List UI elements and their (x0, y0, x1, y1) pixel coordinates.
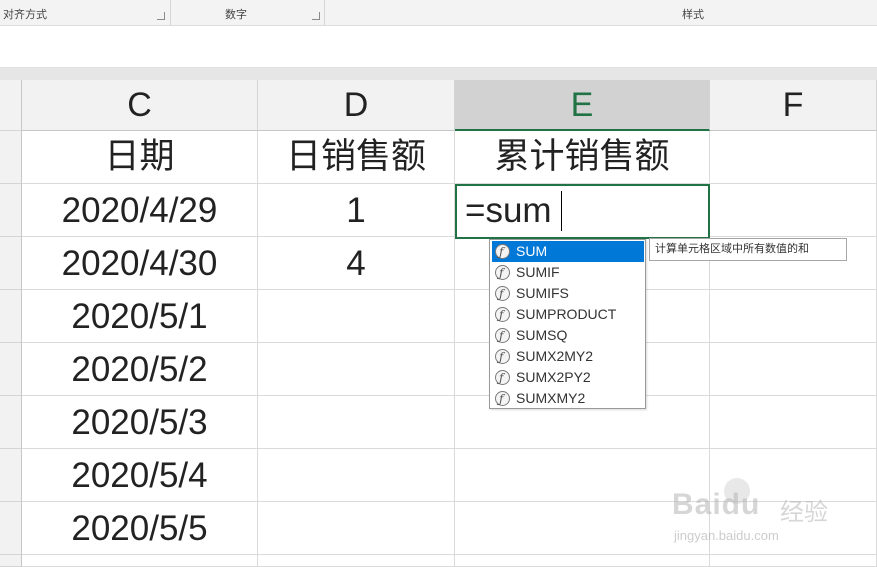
header-cell-daily-sales[interactable]: 日销售额 (258, 131, 455, 184)
function-icon (495, 368, 510, 389)
date-cell[interactable]: 2020/4/29 (22, 184, 258, 237)
date-cell[interactable]: 2020/5/2 (22, 343, 258, 396)
column-header-f[interactable]: F (710, 80, 877, 131)
date-cell[interactable]: 2020/5/4 (22, 449, 258, 502)
row-header[interactable] (0, 131, 22, 184)
sales-cell[interactable]: 1 (258, 184, 455, 237)
autocomplete-item-label: SUMX2PY2 (516, 369, 591, 385)
function-icon (495, 284, 510, 305)
column-header-d[interactable]: D (258, 80, 455, 131)
date-cell[interactable]: 2020/5/1 (22, 290, 258, 343)
autocomplete-item-label: SUMX2MY2 (516, 348, 594, 364)
sales-cell[interactable]: 4 (258, 237, 455, 290)
function-icon (495, 263, 510, 284)
autocomplete-item-label: SUMIF (516, 264, 560, 280)
autocomplete-item-sumproduct[interactable]: SUMPRODUCT (492, 304, 644, 326)
autocomplete-item-sumxmy2[interactable]: SUMXMY2 (492, 388, 644, 410)
autocomplete-item-sum[interactable]: SUM (492, 241, 644, 263)
autocomplete-item-label: SUMPRODUCT (516, 306, 617, 322)
cell-f[interactable] (710, 555, 877, 567)
toolbar-gap (0, 68, 877, 80)
function-icon (495, 326, 510, 347)
cell-f[interactable] (710, 131, 877, 184)
cumulative-cell[interactable] (455, 555, 710, 567)
alignment-dialog-launcher-icon[interactable] (157, 12, 165, 20)
row-header[interactable] (0, 555, 22, 567)
row-header[interactable] (0, 396, 22, 449)
cell-f[interactable] (710, 290, 877, 343)
ribbon-group-styles[interactable]: 样式 (682, 0, 704, 26)
active-cell-formula: =sum (465, 191, 552, 230)
column-header-e[interactable]: E (455, 80, 710, 131)
function-icon (495, 305, 510, 326)
function-autocomplete-list[interactable]: SUM SUMIF SUMIFS SUMPRODUCT SUMSQ SUMX2M… (489, 239, 646, 410)
date-cell[interactable]: 2020/5/3 (22, 396, 258, 449)
sales-cell[interactable] (258, 555, 455, 567)
autocomplete-item-sumx2py2[interactable]: SUMX2PY2 (492, 367, 644, 389)
cell-f[interactable] (710, 396, 877, 449)
sales-cell[interactable] (258, 396, 455, 449)
sales-cell[interactable] (258, 343, 455, 396)
formula-bar-area[interactable] (0, 26, 877, 68)
active-cell-editor[interactable]: =sum (455, 184, 710, 239)
function-icon (495, 347, 510, 368)
watermark-brand: Baidu (672, 488, 761, 521)
cell-f[interactable] (710, 343, 877, 396)
function-icon (495, 389, 510, 410)
sales-cell[interactable] (258, 449, 455, 502)
date-cell[interactable]: 2020/5/5 (22, 502, 258, 555)
baidu-jingyan-watermark: Baidu 经验 jingyan.baidu.com (660, 478, 830, 548)
row-header[interactable] (0, 290, 22, 343)
autocomplete-item-label: SUMSQ (516, 327, 568, 343)
row-header[interactable] (0, 184, 22, 237)
autocomplete-item-sumif[interactable]: SUMIF (492, 262, 644, 284)
row-header[interactable] (0, 449, 22, 502)
watermark-url: jingyan.baidu.com (674, 528, 779, 543)
autocomplete-item-label: SUMXMY2 (516, 390, 586, 406)
cell-f[interactable] (710, 184, 877, 237)
date-cell[interactable] (22, 555, 258, 567)
sales-cell[interactable] (258, 502, 455, 555)
autocomplete-item-label: SUMIFS (516, 285, 569, 301)
autocomplete-item-sumx2my2[interactable]: SUMX2MY2 (492, 346, 644, 368)
autocomplete-item-sumifs[interactable]: SUMIFS (492, 283, 644, 305)
ribbon-group-alignment[interactable]: 对齐方式 (3, 0, 47, 26)
function-icon (495, 242, 510, 263)
autocomplete-item-label: SUM (516, 243, 548, 259)
number-dialog-launcher-icon[interactable] (312, 12, 320, 20)
header-cell-date[interactable]: 日期 (22, 131, 258, 184)
date-cell[interactable]: 2020/4/30 (22, 237, 258, 290)
column-header-c[interactable]: C (22, 80, 258, 131)
watermark-product: 经验 (780, 498, 828, 526)
row-header[interactable] (0, 502, 22, 555)
header-cell-cumulative-sales[interactable]: 累计销售额 (455, 131, 710, 184)
row-header[interactable] (0, 237, 22, 290)
autocomplete-item-sumsq[interactable]: SUMSQ (492, 325, 644, 347)
function-tooltip: 计算单元格区域中所有数值的和 (649, 238, 847, 261)
ribbon-separator (170, 0, 171, 26)
sales-cell[interactable] (258, 290, 455, 343)
select-all-corner[interactable] (0, 80, 22, 131)
ribbon-separator (324, 0, 325, 26)
row-header[interactable] (0, 343, 22, 396)
ribbon-bar: 对齐方式 数字 样式 (0, 0, 877, 26)
ribbon-group-number[interactable]: 数字 (225, 0, 247, 26)
text-caret (561, 191, 562, 231)
